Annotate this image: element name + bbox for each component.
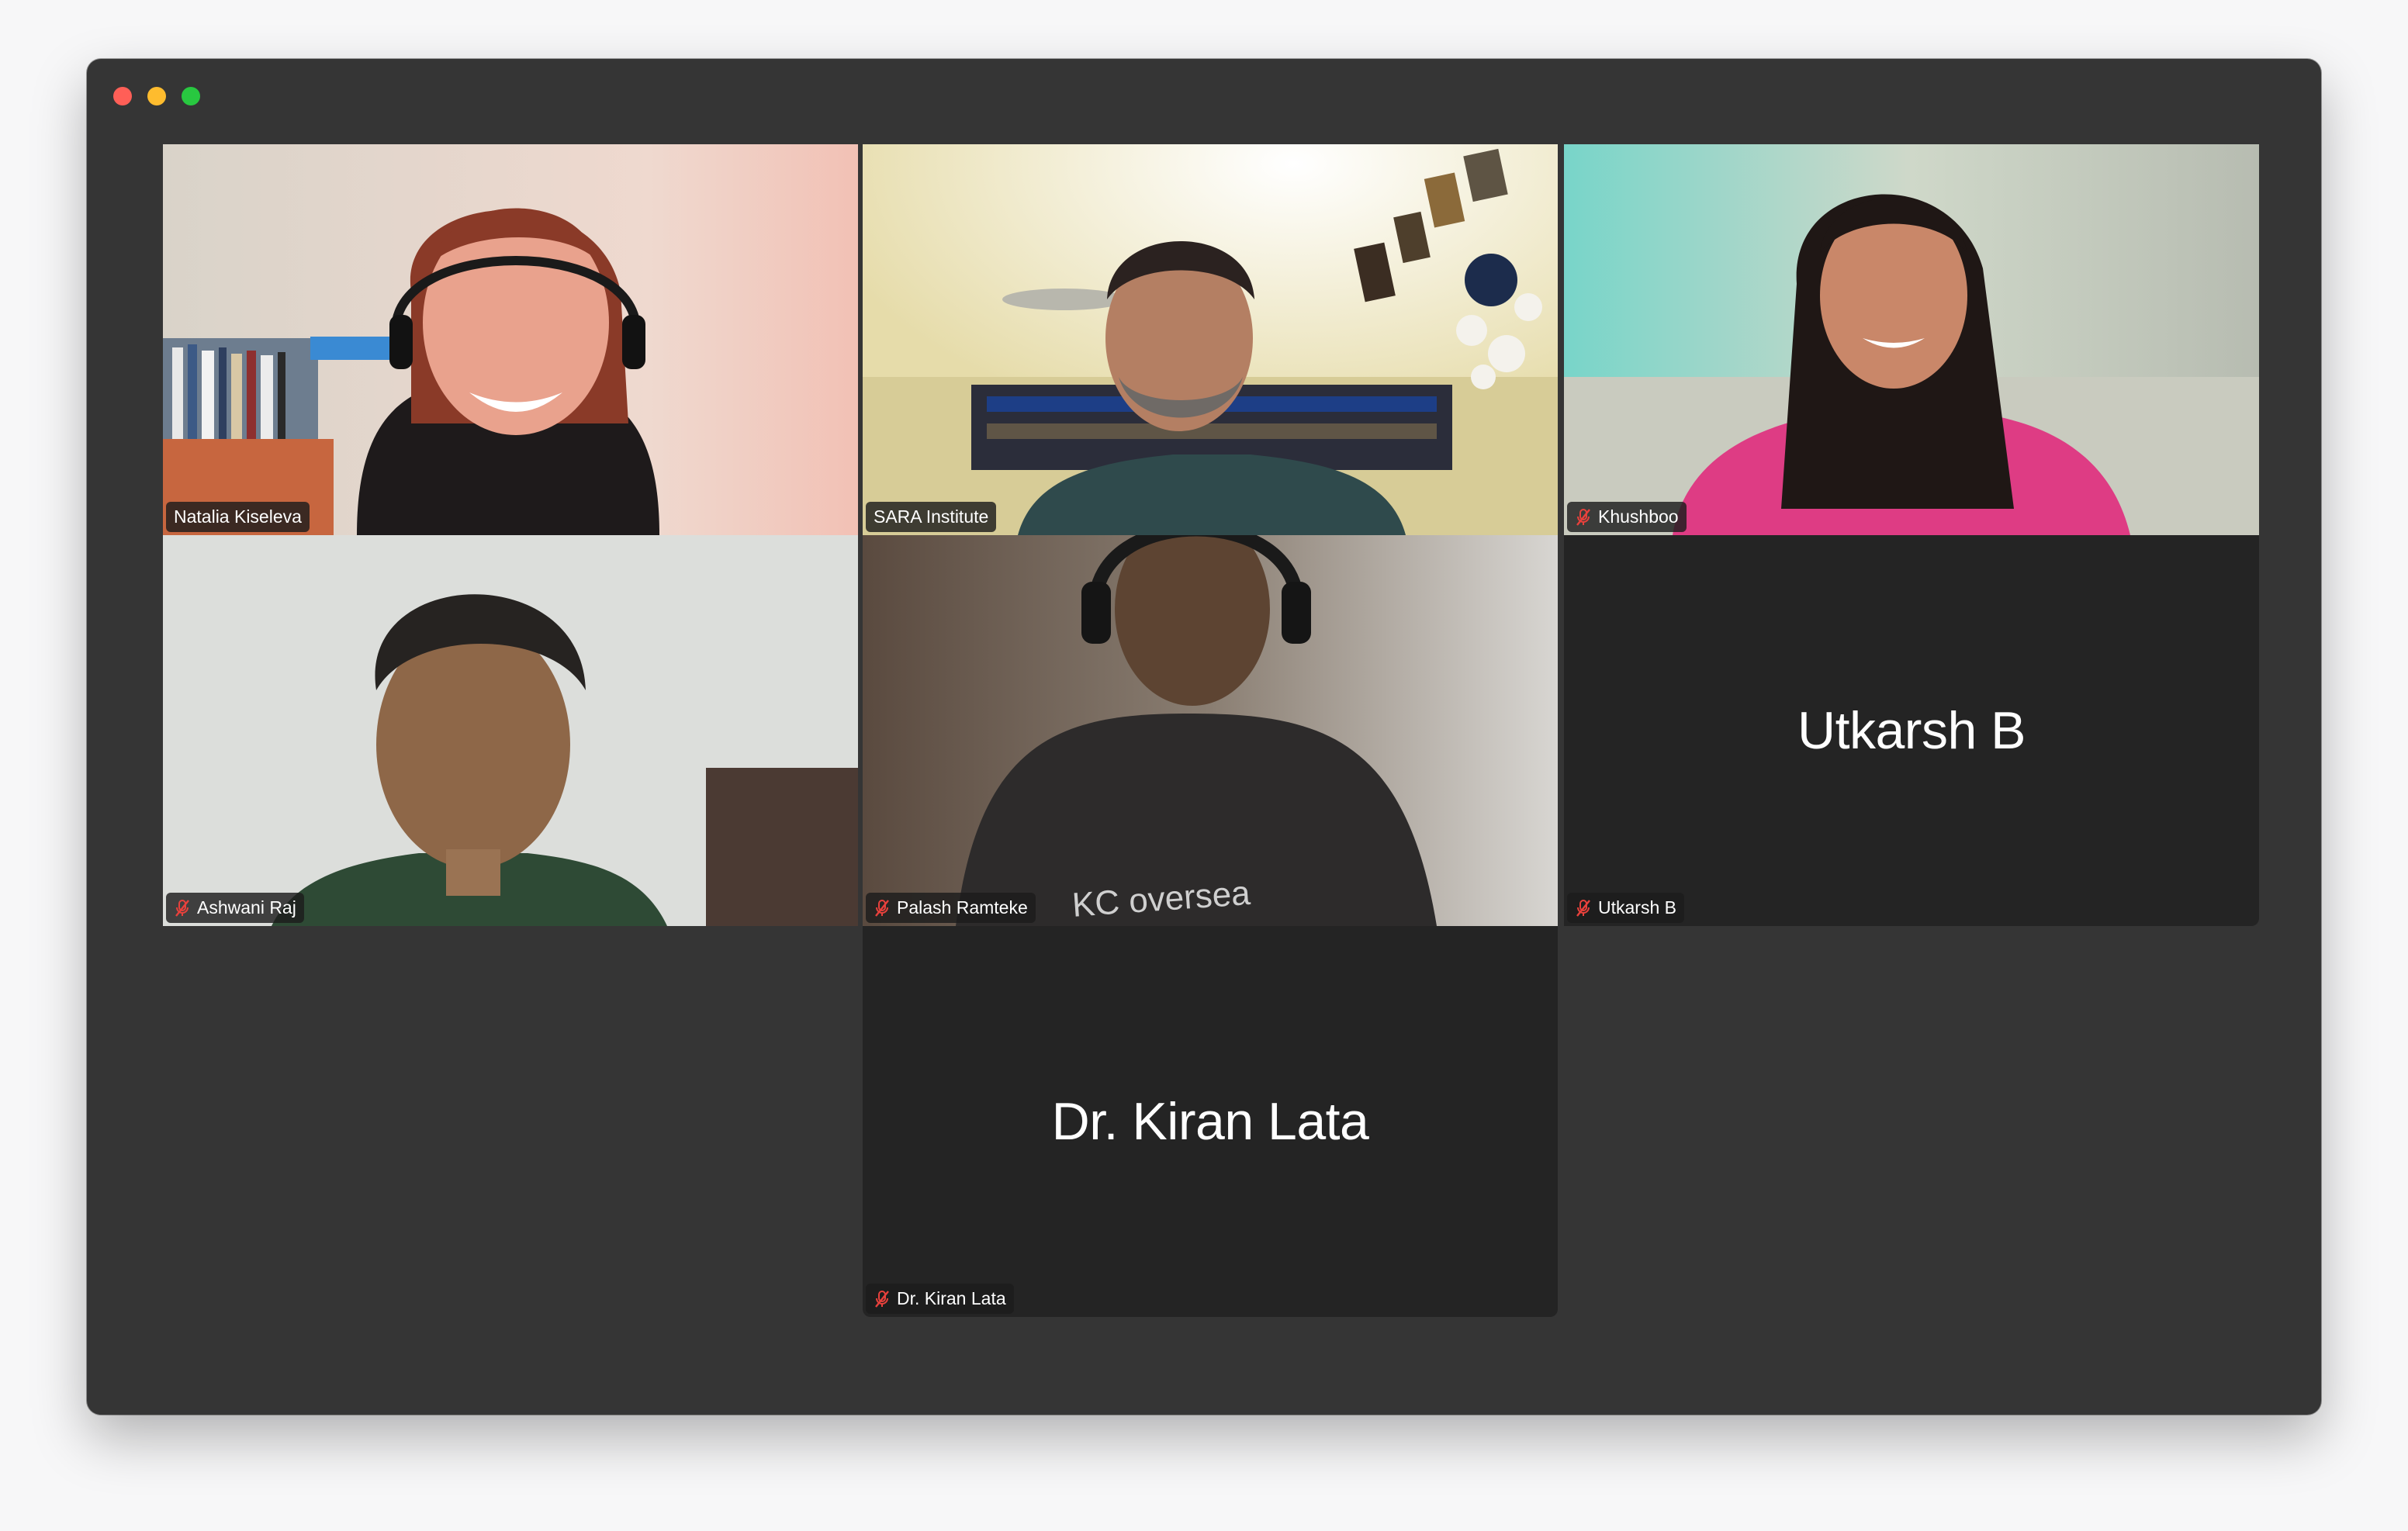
participant-video	[1564, 144, 2259, 535]
participant-name: Natalia Kiseleva	[174, 506, 302, 527]
participant-name-label: Khushboo	[1567, 502, 1687, 532]
participant-video: KC oversea	[863, 535, 1558, 926]
participant-tile[interactable]: Ashwani Raj	[163, 535, 858, 926]
participant-video	[163, 535, 858, 926]
participant-name: Utkarsh B	[1598, 897, 1676, 918]
participant-name-label: Ashwani Raj	[166, 893, 304, 923]
participant-video	[163, 144, 858, 535]
participant-name: Dr. Kiran Lata	[897, 1288, 1006, 1308]
minimize-window-button[interactable]	[147, 87, 166, 105]
muted-microphone-icon	[875, 899, 889, 917]
participant-name-label: Palash Ramteke	[866, 893, 1036, 923]
muted-microphone-icon	[175, 899, 189, 917]
participant-name-label: SARA Institute	[866, 502, 997, 532]
zoom-window-button[interactable]	[182, 87, 200, 105]
participant-display-name: Dr. Kiran Lata	[1051, 1092, 1369, 1151]
participant-tile[interactable]: KC oversea Palash Ramteke	[863, 535, 1558, 926]
participant-video	[863, 144, 1558, 535]
participant-name: Ashwani Raj	[197, 897, 296, 918]
close-window-button[interactable]	[113, 87, 132, 105]
meeting-window: Natalia Kiseleva SARA Institute Khushboo…	[87, 59, 2321, 1415]
participant-tile-no-video[interactable]: Dr. Kiran Lata Dr. Kiran Lata	[863, 926, 1558, 1317]
participant-tile-no-video[interactable]: Utkarsh B Utkarsh B	[1564, 535, 2259, 926]
participant-name: SARA Institute	[874, 506, 989, 527]
participant-display-name: Utkarsh B	[1797, 701, 2026, 760]
participant-name: Palash Ramteke	[897, 897, 1028, 918]
participant-name: Khushboo	[1598, 506, 1679, 527]
participant-name-label: Dr. Kiran Lata	[866, 1284, 1014, 1314]
muted-microphone-icon	[1576, 508, 1590, 526]
muted-microphone-icon	[1576, 899, 1590, 917]
participant-tile-active-speaker[interactable]: SARA Institute	[863, 144, 1558, 535]
participant-tile[interactable]: Khushboo	[1564, 144, 2259, 535]
participant-tile[interactable]: Natalia Kiseleva	[163, 144, 858, 535]
participant-name-label: Utkarsh B	[1567, 893, 1684, 923]
participant-name-label: Natalia Kiseleva	[166, 502, 310, 532]
muted-microphone-icon	[875, 1290, 889, 1308]
